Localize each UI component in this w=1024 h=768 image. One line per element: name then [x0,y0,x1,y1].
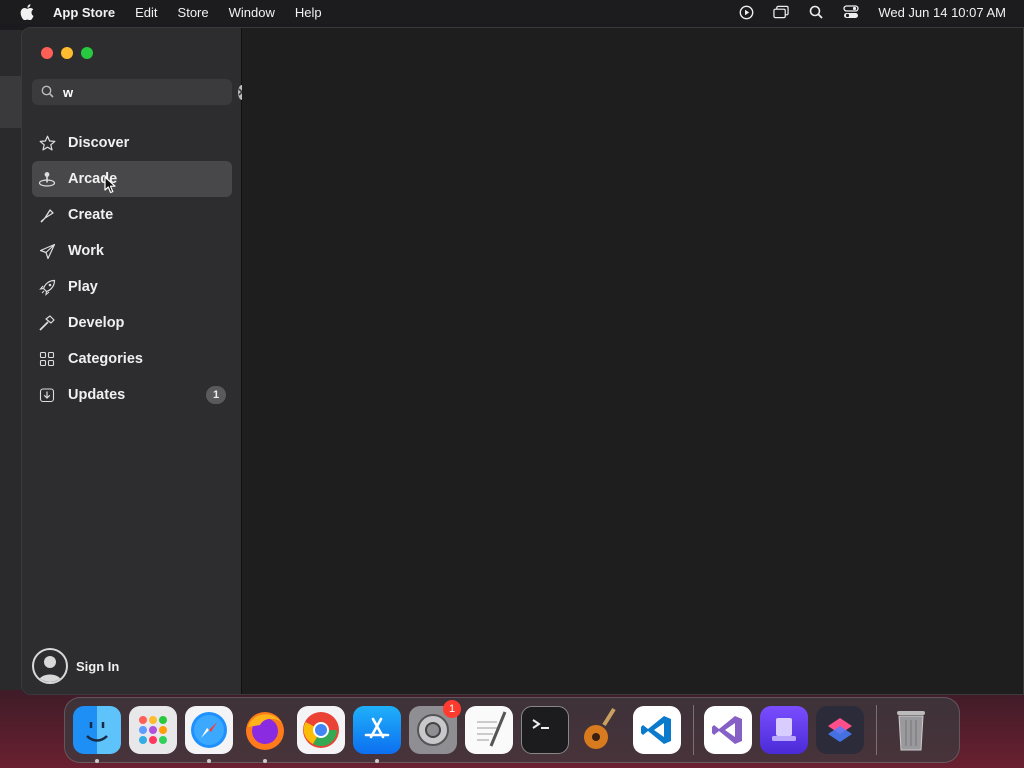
paper-plane-icon [38,242,56,260]
menu-window[interactable]: Window [229,5,275,20]
search-field[interactable] [32,79,246,105]
menu-help[interactable]: Help [295,5,322,20]
sidebar-item-label: Updates [68,387,126,403]
apple-menu-icon[interactable] [18,3,36,21]
running-indicator [375,759,379,763]
sidebar-item-label: Categories [68,351,143,367]
sidebar-item-discover[interactable]: Discover [32,125,232,161]
menu-bar: App Store Edit Store Window Help Wed Jun… [0,0,1024,24]
system-settings-icon[interactable]: 1 [409,700,461,754]
menu-edit[interactable]: Edit [135,5,157,20]
sidebar-item-label: Discover [68,135,130,151]
launchpad-icon[interactable] [129,706,177,754]
menu-clock[interactable]: Wed Jun 14 10:07 AM [878,5,1006,20]
screen-recording-icon[interactable] [738,4,754,20]
sign-in-label: Sign In [76,658,120,674]
terminal-icon[interactable] [521,706,569,754]
trash-icon[interactable] [887,706,935,754]
dock: 1 [64,697,960,763]
menu-store[interactable]: Store [178,5,209,20]
sidebar-item-work[interactable]: Work [32,233,232,269]
window-controls [41,47,93,59]
spotlight-search-icon[interactable] [808,4,824,20]
updates-count-badge: 1 [206,386,226,404]
sidebar-item-play[interactable]: Play [32,269,232,305]
apple-configurator-icon[interactable] [760,706,808,754]
chrome-icon[interactable] [297,706,345,754]
dock-separator [693,705,694,755]
sidebar-item-updates[interactable]: Updates 1 [32,377,232,413]
menu-app-name[interactable]: App Store [53,5,115,20]
grid-icon [38,350,56,368]
sidebar: Discover Arcade Create Work [22,28,246,694]
hammer-icon [38,314,56,332]
running-indicator [207,759,211,763]
search-input[interactable] [63,84,238,100]
app-store-window: Discover Arcade Create Work [21,27,1024,695]
sign-in-button[interactable]: Sign In [32,648,119,684]
rocket-icon [38,278,56,296]
running-indicator [95,759,99,763]
close-button[interactable] [41,47,53,59]
sidebar-item-categories[interactable]: Categories [32,341,232,377]
safari-icon[interactable] [185,706,233,763]
star-icon [38,134,56,152]
sidebar-item-label: Develop [68,315,125,331]
avatar-icon [32,648,68,684]
visual-studio-icon[interactable] [704,706,752,754]
download-icon [38,386,56,404]
notification-badge: 1 [443,700,461,718]
garageband-icon[interactable] [577,706,625,754]
sidebar-item-label: Work [68,243,104,259]
brush-icon [38,206,56,224]
finder-icon[interactable] [73,706,121,763]
sidebar-item-create[interactable]: Create [32,197,232,233]
shortcuts-icon[interactable] [816,706,864,754]
screen-mirroring-icon[interactable] [773,4,789,20]
sidebar-item-label: Play [68,279,98,295]
mouse-cursor-icon [104,176,118,194]
vscode-icon[interactable] [633,706,681,754]
firefox-icon[interactable] [241,706,289,763]
running-indicator [263,759,267,763]
joystick-icon [38,170,56,188]
sidebar-item-label: Create [68,207,114,223]
minimize-button[interactable] [61,47,73,59]
main-content-area [242,28,1023,694]
sidebar-item-develop[interactable]: Develop [32,305,232,341]
app-store-icon[interactable] [353,706,401,763]
sidebar-item-arcade[interactable]: Arcade [32,161,232,197]
textedit-icon[interactable] [465,706,513,754]
zoom-button[interactable] [81,47,93,59]
dock-separator [876,705,877,755]
search-icon [41,85,54,99]
control-center-icon[interactable] [843,4,859,20]
sidebar-nav: Discover Arcade Create Work Play Develop… [32,125,232,413]
